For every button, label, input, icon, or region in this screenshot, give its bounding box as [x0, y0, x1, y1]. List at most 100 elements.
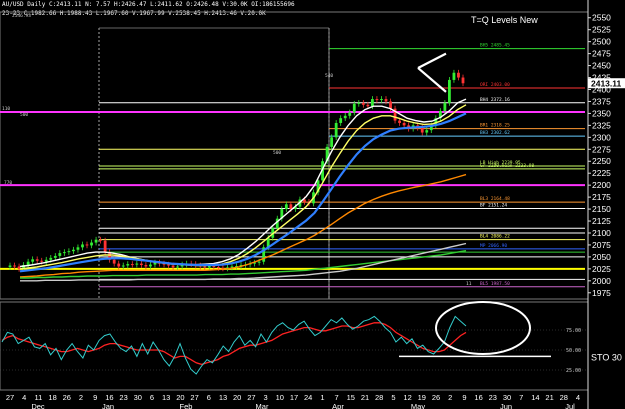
- month-label: Apr: [332, 402, 344, 409]
- candle-body: [112, 259, 116, 264]
- candle-body: [203, 266, 207, 268]
- candle-body: [26, 261, 30, 266]
- price-tick-label: 2175: [592, 192, 611, 202]
- level-label: BF 2151.24: [480, 202, 507, 208]
- date-tick-label: 23: [119, 393, 127, 402]
- date-tick-label: 6: [150, 393, 154, 402]
- candle-body: [339, 118, 343, 123]
- date-tick-label: 27: [6, 393, 14, 402]
- candle-body: [361, 102, 365, 105]
- candle-body: [126, 264, 130, 266]
- month-label: Jun: [500, 402, 512, 409]
- candle-body: [117, 263, 121, 267]
- candle-body: [44, 259, 48, 262]
- price-tick-label: 2150: [592, 204, 611, 214]
- candle-body: [352, 103, 356, 113]
- price-tick-label: 2000: [592, 276, 611, 286]
- date-tick-label: 21: [361, 393, 369, 402]
- candle-body: [72, 249, 75, 252]
- level-label: MP 2066.90: [480, 243, 507, 249]
- month-label: Dec: [31, 402, 45, 409]
- date-tick-label: 14: [531, 393, 539, 402]
- price-chart: BH5 2485.45 ORI 2403.00 BH4 2372.16 BR1 231…: [0, 0, 625, 409]
- candle-body: [13, 265, 16, 267]
- chart-value-label: 500: [20, 112, 28, 118]
- date-tick-label: 20: [233, 393, 241, 402]
- date-tick-label: 2: [79, 393, 83, 402]
- date-tick-label: 10: [276, 393, 284, 402]
- chart-value-label: 540: [325, 73, 333, 79]
- date-tick-label: 17: [290, 393, 298, 402]
- price-tick-label: 2025: [592, 264, 611, 274]
- price-panel-frame: [0, 11, 589, 300]
- candle-body: [67, 251, 71, 253]
- price-tick-label: 2075: [592, 240, 611, 250]
- candle-body: [35, 259, 39, 261]
- date-tick-label: 16: [474, 393, 482, 402]
- price-tick-label: 2475: [592, 49, 611, 59]
- candle-body: [76, 247, 80, 250]
- moving-average-line: [19, 98, 467, 268]
- candle-body: [144, 265, 148, 267]
- candle-body: [420, 127, 424, 133]
- candle-body: [176, 266, 180, 268]
- price-tick-label: 2350: [592, 108, 611, 118]
- month-label: May: [411, 402, 425, 409]
- date-tick-label: 9: [462, 393, 466, 402]
- level-label: BL4 2086.22: [480, 234, 510, 240]
- price-tick-label: 2100: [592, 228, 611, 238]
- candle-body: [58, 253, 62, 256]
- price-tick-label: 1975: [592, 288, 611, 298]
- candle-body: [81, 244, 84, 248]
- chart-value-label: 2546.93: [12, 13, 31, 19]
- oscillator-level-label: 50.00: [566, 348, 581, 354]
- date-tick-label: 28: [560, 393, 568, 402]
- candle-body: [49, 257, 53, 260]
- candle-body: [90, 242, 93, 246]
- level-label: BL3 2164.48: [480, 196, 510, 202]
- candle-body: [103, 240, 107, 253]
- candle-body: [284, 204, 288, 210]
- last-price-label: 2413.11: [591, 79, 622, 89]
- candle-body: [99, 239, 102, 241]
- candle-body: [443, 102, 447, 112]
- month-label: Jul: [565, 402, 575, 409]
- oscillator-level-label: 75.00: [566, 328, 581, 334]
- price-tick-label: 2200: [592, 180, 611, 190]
- date-tick-label: 30: [503, 393, 511, 402]
- date-tick-label: 7: [335, 393, 339, 402]
- level-label: BH5 2485.45: [480, 43, 510, 49]
- candle-body: [384, 99, 388, 102]
- date-tick-label: 12: [403, 393, 411, 402]
- date-tick-label: 5: [391, 393, 395, 402]
- candle-body: [139, 263, 143, 266]
- candle-body: [257, 261, 261, 263]
- date-tick-label: 30: [134, 393, 142, 402]
- price-tick-label: 2225: [592, 168, 611, 178]
- price-tick-label: 2450: [592, 61, 611, 71]
- date-tick-label: 2: [448, 393, 452, 402]
- month-label: Feb: [180, 402, 193, 409]
- date-tick-label: 11: [35, 393, 43, 402]
- date-tick-label: 21: [545, 393, 553, 402]
- date-tick-label: 6: [207, 393, 211, 402]
- level-label: Gr 2230.mean 2233.98: [480, 163, 534, 169]
- candle-body: [62, 252, 66, 254]
- candle-body: [348, 112, 352, 116]
- candle-body: [334, 122, 338, 138]
- date-tick-label: 1: [320, 393, 324, 402]
- candle-body: [289, 204, 293, 210]
- candle-body: [357, 102, 361, 104]
- candle-body: [452, 72, 456, 80]
- price-tick-label: 2300: [592, 132, 611, 142]
- chart-value-label: 11: [466, 281, 472, 287]
- price-tick-label: 2500: [592, 37, 611, 47]
- date-tick-label: 26: [432, 393, 440, 402]
- date-tick-label: 3: [264, 393, 268, 402]
- level-label: ORI 2403.00: [480, 82, 510, 88]
- date-tick-label: 9: [93, 393, 97, 402]
- candle-body: [380, 99, 383, 101]
- date-tick-label: 15: [347, 393, 355, 402]
- oscillator-name-label: STO 30: [591, 352, 622, 362]
- candle-body: [207, 265, 211, 268]
